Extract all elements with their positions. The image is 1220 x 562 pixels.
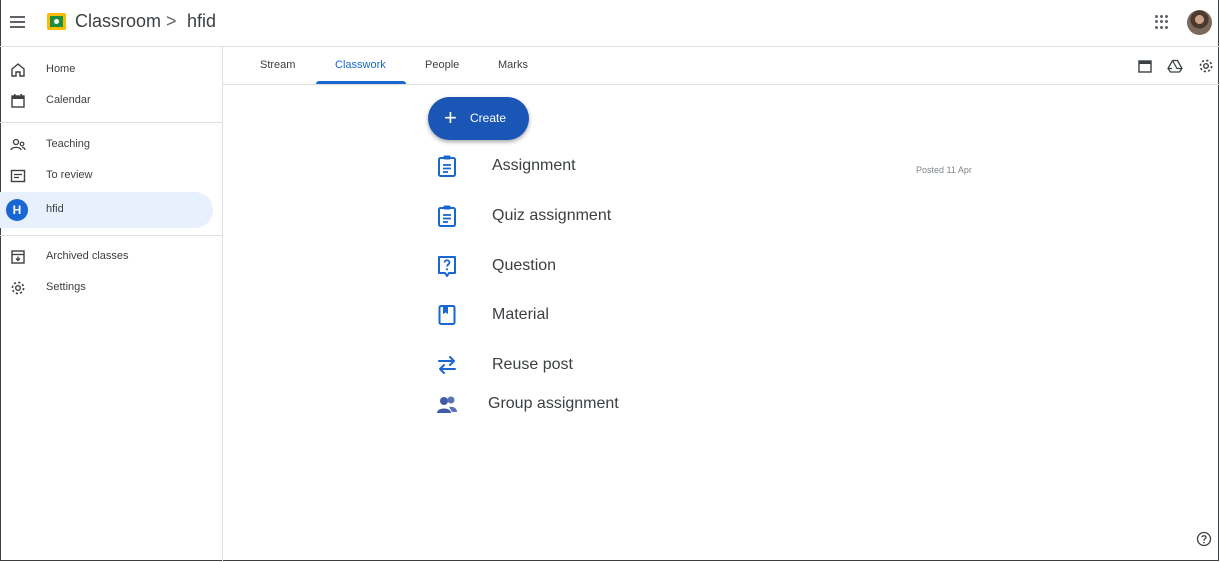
create-menu-item-reuse-post[interactable]: Reuse post	[430, 346, 990, 386]
create-menu-item-group-assignment[interactable]: Group assignment	[430, 385, 990, 425]
sidebar-divider	[0, 122, 222, 123]
tab-bar: Stream Classwork People Marks	[223, 47, 1220, 85]
inbox-icon	[10, 169, 26, 183]
question-icon	[438, 256, 456, 277]
assignment-icon	[438, 155, 456, 177]
class-avatar: H	[6, 199, 28, 221]
sidebar-item-settings[interactable]: Settings	[0, 270, 213, 306]
tab-people[interactable]: People	[425, 59, 459, 71]
top-bar: Classroom > hfid	[0, 0, 1220, 47]
home-icon	[11, 63, 25, 77]
menu-item-label: Assignment	[492, 157, 576, 174]
create-menu-item-assignment[interactable]: Assignment	[430, 147, 990, 187]
sidebar-item-label: To review	[46, 169, 93, 181]
active-tab-indicator	[316, 81, 406, 84]
menu-item-label: Reuse post	[492, 356, 573, 373]
menu-item-label: Material	[492, 306, 549, 323]
sidebar-item-label: hfid	[46, 203, 64, 215]
tab-stream[interactable]: Stream	[260, 59, 295, 71]
posted-date: Posted 11 Apr	[916, 165, 972, 175]
menu-item-label: Question	[492, 257, 557, 274]
sidebar-item-label: Teaching	[46, 138, 91, 150]
sidebar: Home Calendar Teaching To review H hfid …	[0, 47, 223, 562]
create-menu-item-quiz-assignment[interactable]: Quiz assignment	[430, 197, 990, 237]
sidebar-item-label: Calendar	[46, 94, 91, 106]
gear-icon[interactable]	[1198, 58, 1214, 74]
sidebar-item-label: Archived classes	[46, 250, 129, 262]
calendar-icon	[11, 94, 25, 108]
classroom-logo-icon[interactable]	[47, 13, 66, 30]
main-menu-button[interactable]	[8, 12, 28, 32]
create-menu-item-question[interactable]: Question	[430, 247, 990, 287]
menu-item-label: Quiz assignment	[492, 207, 612, 224]
reuse-icon	[438, 356, 456, 374]
calendar-icon[interactable]	[1137, 58, 1153, 74]
account-avatar[interactable]	[1187, 10, 1212, 35]
chevron-right-icon: >	[166, 11, 177, 31]
create-label: Create	[470, 111, 507, 125]
menu-item-label: Group assignment	[488, 395, 619, 412]
app-title[interactable]: Classroom	[75, 11, 161, 32]
sidebar-item-hfid[interactable]: H hfid	[0, 192, 213, 228]
archive-icon	[11, 250, 25, 264]
drive-icon[interactable]	[1167, 58, 1183, 74]
plus-icon: +	[444, 105, 457, 130]
tab-marks[interactable]: Marks	[498, 59, 528, 71]
group-icon	[437, 396, 457, 413]
quiz-icon	[438, 205, 456, 227]
people-icon	[10, 138, 26, 151]
apps-grid-icon[interactable]	[1155, 15, 1169, 29]
sidebar-item-to-review[interactable]: To review	[0, 158, 213, 194]
sidebar-divider	[0, 235, 222, 236]
help-icon[interactable]	[1196, 531, 1212, 547]
sidebar-item-label: Settings	[46, 281, 86, 293]
sidebar-item-calendar[interactable]: Calendar	[0, 83, 213, 119]
tab-classwork[interactable]: Classwork	[335, 59, 386, 71]
material-icon	[438, 305, 456, 325]
gear-icon	[11, 281, 25, 295]
create-button[interactable]: + Create	[428, 97, 529, 140]
sidebar-item-label: Home	[46, 63, 76, 75]
create-menu-item-material[interactable]: Material	[430, 296, 990, 336]
class-name[interactable]: hfid	[187, 11, 216, 32]
